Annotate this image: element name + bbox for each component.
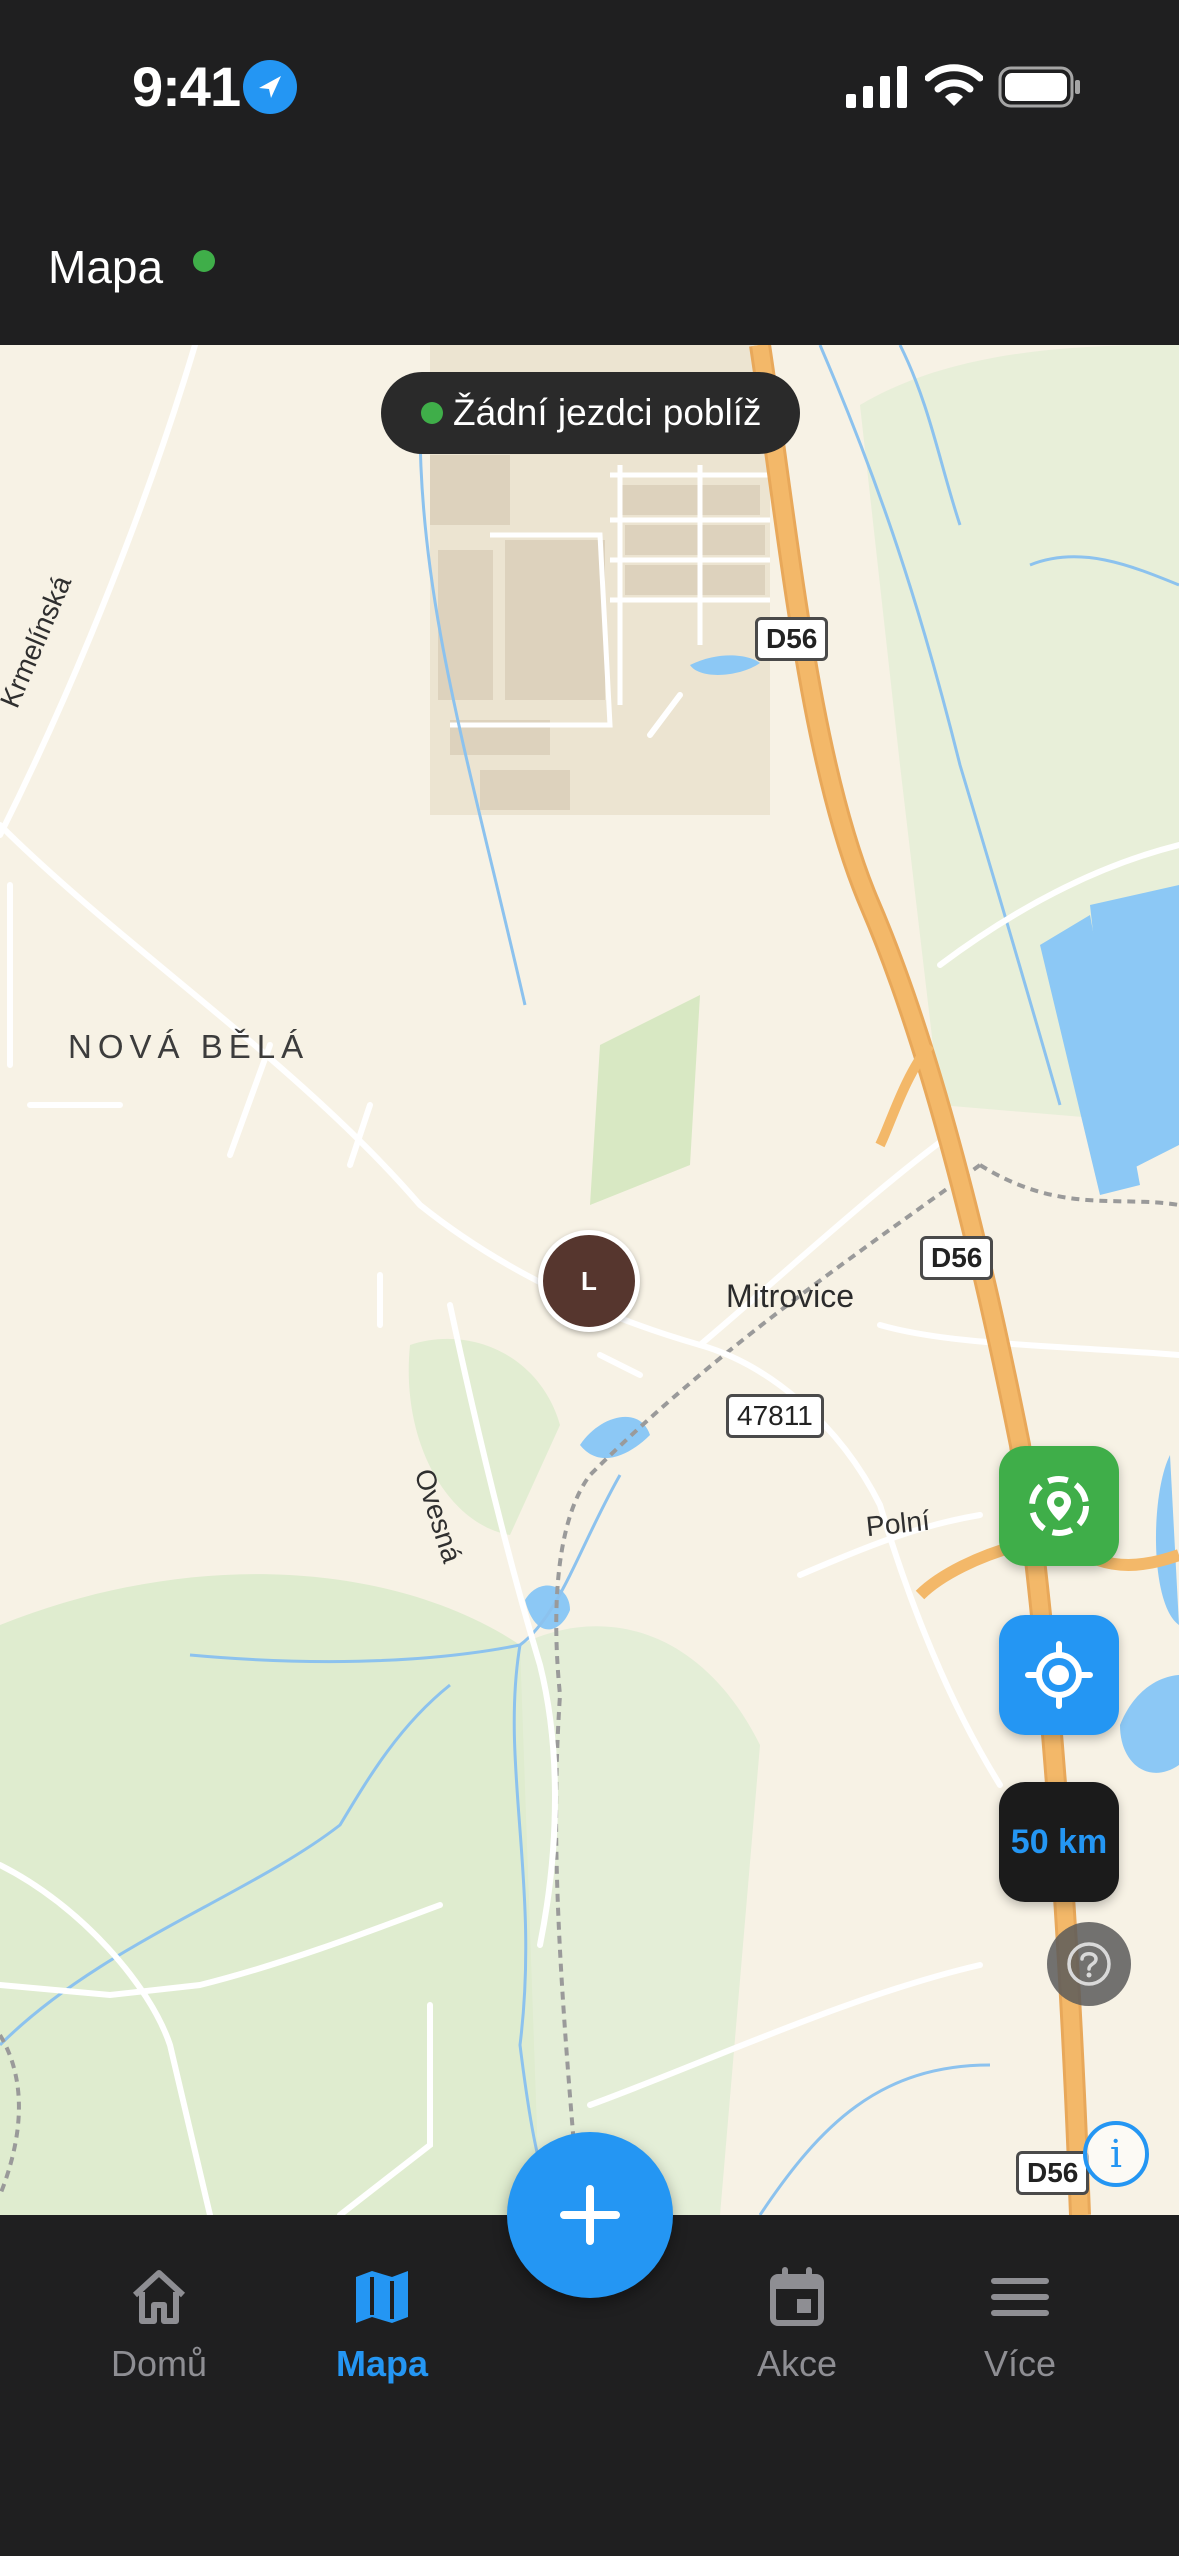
- calendar-icon: [770, 2267, 824, 2326]
- nearby-riders-status: Žádní jezdci poblíž: [381, 372, 800, 454]
- cellular-signal-icon: [846, 66, 907, 108]
- village-label: Mitrovice: [726, 1278, 855, 1314]
- tab-more[interactable]: Více: [920, 2265, 1120, 2385]
- status-time: 9:41: [132, 55, 241, 118]
- nearby-riders-text: Žádní jezdci poblíž: [453, 392, 762, 433]
- tab-more-label: Více: [983, 2343, 1057, 2384]
- tab-map-label: Mapa: [335, 2343, 429, 2384]
- wifi-icon: [925, 64, 983, 106]
- road-shield: D56: [920, 1236, 994, 1280]
- road-shield: 47811: [726, 1394, 824, 1438]
- home-icon: [132, 2270, 186, 2324]
- page-title: Mapa: [48, 241, 164, 293]
- tab-map[interactable]: Mapa: [282, 2265, 482, 2385]
- battery-icon: [998, 66, 1080, 108]
- street-label-polni: Polní: [864, 1504, 932, 1543]
- app-header: [0, 175, 1179, 345]
- help-icon: [1067, 1942, 1111, 1986]
- map-attribution-info-button[interactable]: i: [1083, 2121, 1149, 2187]
- status-dot: [421, 402, 443, 424]
- help-button[interactable]: [1047, 1922, 1131, 2006]
- map-view[interactable]: NOVÁ BĚLÁ Mitrovice Krmelínská Ovesná Po…: [0, 345, 1179, 2215]
- tab-home-label: Domů: [110, 2343, 208, 2384]
- tab-home[interactable]: Domů: [59, 2265, 259, 2385]
- rider-marker[interactable]: L: [538, 1230, 640, 1332]
- radius-button[interactable]: 50 km: [999, 1782, 1119, 1902]
- add-button[interactable]: [507, 2132, 673, 2298]
- map-icon: [356, 2271, 408, 2323]
- geofence-icon: [1029, 1476, 1089, 1536]
- my-location-button[interactable]: [999, 1615, 1119, 1735]
- road-shield: D56: [1016, 2151, 1090, 2195]
- road-shield: D56: [755, 617, 829, 661]
- tab-events[interactable]: Akce: [697, 2265, 897, 2385]
- place-label: NOVÁ BĚLÁ: [68, 1028, 310, 1065]
- crosshair-icon: [1025, 1641, 1093, 1709]
- tab-events-label: Akce: [756, 2343, 838, 2384]
- plus-icon: [560, 2185, 620, 2245]
- geofence-button[interactable]: [999, 1446, 1119, 1566]
- menu-icon: [991, 2278, 1049, 2316]
- connection-status-dot: [193, 250, 215, 272]
- location-arrow-icon: [243, 60, 297, 114]
